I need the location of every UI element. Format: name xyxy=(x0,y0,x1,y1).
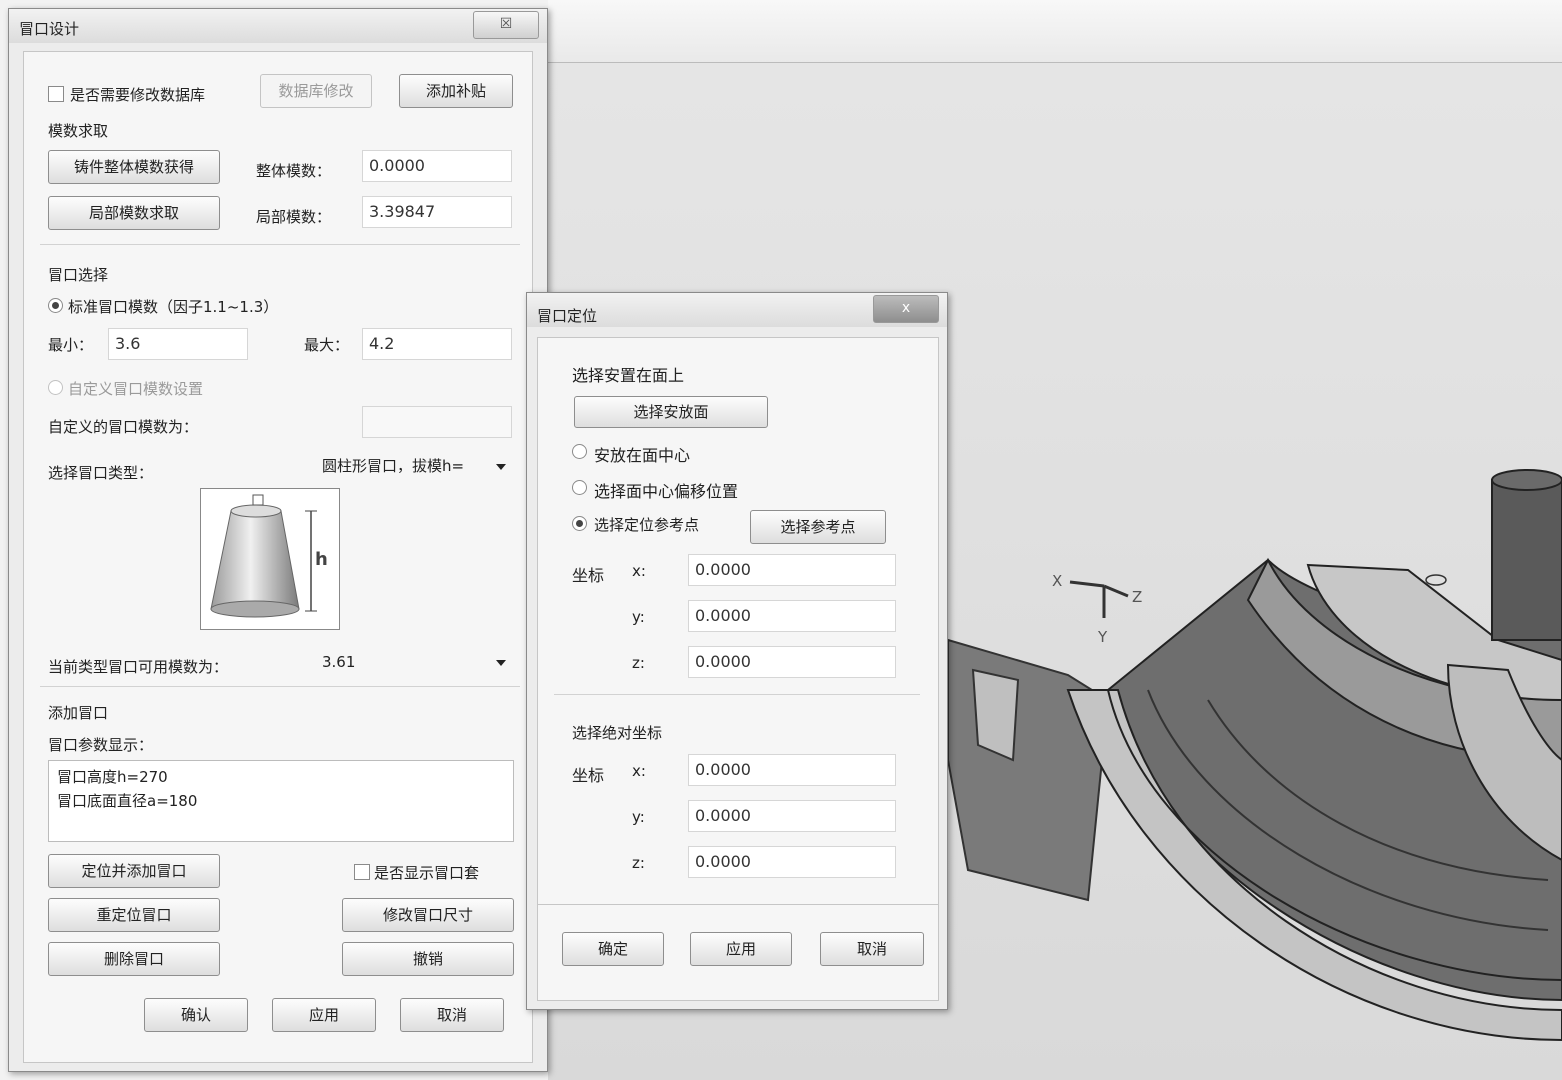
riser-design-panel: 是否需要修改数据库 数据库修改 添加补贴 模数求取 铸件整体模数获得 整体模数：… xyxy=(23,51,533,1063)
relocate-riser-button[interactable]: 重定位冒口 xyxy=(48,898,220,932)
center-radio-label: 安放在面中心 xyxy=(594,446,691,465)
riser-type-value: 圆柱形冒口，拔模h= xyxy=(322,457,465,475)
riser-position-panel: 选择安置在面上 选择安放面 安放在面中心 选择面中心偏移位置 选择定位参考点 选… xyxy=(537,337,939,1001)
y-label: y: xyxy=(632,608,645,626)
coord-z-field[interactable]: 0.0000 xyxy=(688,646,896,678)
riser-type-select[interactable]: 圆柱形冒口，拔模h= xyxy=(316,452,512,482)
undo-button[interactable]: 撤销 xyxy=(342,942,514,976)
modify-db-label: 是否需要修改数据库 xyxy=(70,86,206,104)
cancel-button[interactable]: 取消 xyxy=(400,998,504,1032)
riser-type-label: 选择冒口类型： xyxy=(48,464,154,482)
custom-modulus-value-label: 自定义的冒口模数为： xyxy=(48,418,199,436)
riser-type-preview: h xyxy=(200,488,340,630)
max-field[interactable]: 4.2 xyxy=(362,328,512,360)
min-label: 最小： xyxy=(48,336,94,354)
add-padding-button[interactable]: 添加补贴 xyxy=(399,74,513,108)
ok-button[interactable]: 确认 xyxy=(144,998,248,1032)
max-label: 最大： xyxy=(304,336,350,354)
separator xyxy=(538,904,938,905)
dialog-title: 冒口设计 xyxy=(19,20,80,38)
db-modify-button[interactable]: 数据库修改 xyxy=(260,74,372,108)
dialog-title: 冒口定位 xyxy=(537,307,598,325)
z-label: z: xyxy=(632,654,645,672)
overall-modulus-label: 整体模数： xyxy=(256,162,332,180)
riser-params-display[interactable]: 冒口高度h=270 冒口底面直径a=180 xyxy=(48,760,514,842)
close-button[interactable]: x xyxy=(873,295,939,323)
local-modulus-label: 局部模数： xyxy=(256,208,332,226)
ref-point-radio[interactable] xyxy=(572,516,587,531)
select-ref-point-button[interactable]: 选择参考点 xyxy=(750,510,886,544)
standard-modulus-radio[interactable] xyxy=(48,298,63,313)
casting-modulus-button[interactable]: 铸件整体模数获得 xyxy=(48,150,220,184)
show-riser-sleeve-checkbox[interactable] xyxy=(354,864,370,880)
standard-modulus-label: 标准冒口模数（因子1.1~1.3） xyxy=(68,298,279,316)
separator xyxy=(554,694,920,695)
riser-param-line: 冒口底面直径a=180 xyxy=(57,792,198,810)
show-riser-sleeve-label: 是否显示冒口套 xyxy=(374,864,480,882)
chevron-down-icon xyxy=(496,464,506,470)
overall-modulus-field[interactable]: 0.0000 xyxy=(362,150,512,182)
cancel-button[interactable]: 取消 xyxy=(820,932,924,966)
abs-x-field[interactable]: 0.0000 xyxy=(688,754,896,786)
abs-x-label: x: xyxy=(632,762,646,780)
ok-button[interactable]: 确定 xyxy=(562,932,664,966)
modulus-section-title: 模数求取 xyxy=(48,122,109,140)
apply-button[interactable]: 应用 xyxy=(272,998,376,1032)
preview-h-label: h xyxy=(315,549,328,570)
locate-add-riser-button[interactable]: 定位并添加冒口 xyxy=(48,854,220,888)
chevron-down-icon xyxy=(496,660,506,666)
axis-x-label: X xyxy=(1052,572,1063,590)
riser-select-section-title: 冒口选择 xyxy=(48,266,109,284)
abs-y-field[interactable]: 0.0000 xyxy=(688,800,896,832)
coord-x-field[interactable]: 0.0000 xyxy=(688,554,896,586)
abs-z-field[interactable]: 0.0000 xyxy=(688,846,896,878)
place-face-section-title: 选择安置在面上 xyxy=(572,366,685,385)
riser-position-titlebar[interactable]: 冒口定位 x xyxy=(527,293,947,327)
local-modulus-button[interactable]: 局部模数求取 xyxy=(48,196,220,230)
axis-z-label: Z xyxy=(1132,588,1143,606)
custom-modulus-label: 自定义冒口模数设置 xyxy=(68,380,204,398)
coord-y-field[interactable]: 0.0000 xyxy=(688,600,896,632)
riser-params-label: 冒口参数显示： xyxy=(48,736,154,754)
abs-z-label: z: xyxy=(632,854,645,872)
riser-design-dialog: 冒口设计 ☒ 是否需要修改数据库 数据库修改 添加补贴 模数求取 铸件整体模数获… xyxy=(8,8,548,1072)
apply-button[interactable]: 应用 xyxy=(690,932,792,966)
modify-riser-size-button[interactable]: 修改冒口尺寸 xyxy=(342,898,514,932)
add-riser-section-title: 添加冒口 xyxy=(48,704,109,722)
available-modulus-select[interactable]: 3.61 xyxy=(316,648,512,678)
coord-label: 坐标 xyxy=(572,566,605,585)
separator xyxy=(40,686,520,687)
custom-modulus-field[interactable] xyxy=(362,406,512,438)
center-radio[interactable] xyxy=(572,444,587,459)
abs-coord-label: 坐标 xyxy=(572,766,605,785)
riser-param-line: 冒口高度h=270 xyxy=(57,768,168,786)
abs-coord-section-title: 选择绝对坐标 xyxy=(572,724,663,742)
offset-radio-label: 选择面中心偏移位置 xyxy=(594,482,739,501)
riser-position-dialog: 冒口定位 x 选择安置在面上 选择安放面 安放在面中心 选择面中心偏移位置 选择… xyxy=(526,292,948,1010)
min-field[interactable]: 3.6 xyxy=(108,328,248,360)
select-face-button[interactable]: 选择安放面 xyxy=(574,396,768,428)
offset-radio[interactable] xyxy=(572,480,587,495)
axis-y-label: Y xyxy=(1098,628,1108,646)
available-modulus-label: 当前类型冒口可用模数为： xyxy=(48,658,229,676)
x-label: x: xyxy=(632,562,646,580)
local-modulus-field[interactable]: 3.39847 xyxy=(362,196,512,228)
separator xyxy=(40,244,520,245)
ref-point-radio-label: 选择定位参考点 xyxy=(594,516,700,534)
modify-db-checkbox[interactable] xyxy=(48,86,64,102)
delete-riser-button[interactable]: 删除冒口 xyxy=(48,942,220,976)
riser-design-titlebar[interactable]: 冒口设计 ☒ xyxy=(9,9,547,43)
available-modulus-value: 3.61 xyxy=(322,653,356,671)
abs-y-label: y: xyxy=(632,808,645,826)
close-button[interactable]: ☒ xyxy=(473,11,539,39)
custom-modulus-radio[interactable] xyxy=(48,380,63,395)
